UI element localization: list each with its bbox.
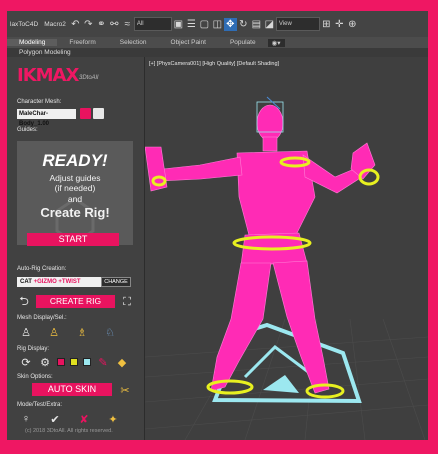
character-mesh-label: Character Mesh: [17,99,62,105]
ikmax-panel: IKMAX 3DtoAll Character Mesh: MaleChar-B… [7,57,145,440]
fullscreen-icon[interactable]: ⛶ [120,295,134,309]
guides-label: Guides: [17,127,38,133]
ribbon-tabs: Modeling Freeform Selection Object Paint… [7,37,428,48]
mode-test-extra-label: Mode/Test/Extra: [17,402,63,408]
rig-cube-icon[interactable]: ◆ [115,355,129,369]
copyright-text: (c) 2018 3DtoAll. All rights reserved. [25,428,113,434]
mode-icons: ♀ ✔ ✘ ✦ [19,412,120,426]
ready-line-2: (if needed) [54,183,96,193]
tab-object-paint[interactable]: Object Paint [159,39,218,46]
pose-mode-icon[interactable]: ♀ [19,412,33,426]
color-swatch-cyan[interactable] [83,358,91,366]
rig-type-cat: CAT [20,279,32,285]
color-swatch-pink[interactable] [57,358,65,366]
pick-mesh-icon[interactable] [80,108,91,119]
selection-filter-dropdown[interactable]: All [133,17,172,31]
auto-skin-button[interactable]: AUTO SKIN [32,383,112,396]
rig-display-label: Rig Display: [17,346,50,352]
rig-type-field[interactable]: CAT +GIZMO +TWIST [17,277,114,287]
character-mesh-field[interactable]: MaleChar-Body_1.00 [17,109,76,127]
start-button[interactable]: START [27,233,119,246]
auto-rig-label: Auto-Rig Creation: [17,266,67,272]
delete-rig-icon[interactable]: ✘ [77,412,91,426]
scene-canvas [145,96,428,440]
extra-tools-icon[interactable]: ✦ [106,412,120,426]
view-dropdown[interactable]: View [275,17,320,31]
test-mode-icon[interactable]: ✔ [48,412,62,426]
ready-message-box: READY! Adjust guides (if needed) and Cre… [17,141,133,245]
select-by-name-icon[interactable]: ☰ [185,18,198,31]
unlink-icon[interactable]: ⚯ [108,18,121,31]
link-icon[interactable]: ⚭ [95,18,108,31]
paint-brush-icon[interactable]: ✎ [96,355,110,369]
ikmax-logo: IKMAX 3DtoAll [17,65,117,87]
mesh-xray-icon[interactable]: ♙ [47,325,61,339]
logo-text: IKMAX [17,65,79,86]
tab-modeling[interactable]: Modeling [7,39,58,46]
skin-tools-icon[interactable]: ✂ [118,383,132,397]
mesh-freeze-icon[interactable]: ♗ [75,325,89,339]
floor-arrow-icon [263,375,299,393]
move-icon[interactable]: ✥ [223,17,237,31]
main-toolbar: laxToC4D Macro2 ↶ ↷ ⚭ ⚯ ≈ All ▣ ☰ ▢ ◫ ✥ … [7,11,428,37]
rig-display-icons: ⟳ ⚙ ✎ ◆ [19,355,129,369]
logo-subtext: 3DtoAll [79,75,99,81]
rotate-icon[interactable]: ↻ [237,18,250,31]
rig-type-gizmo: +GIZMO [33,279,57,285]
mirror-icon[interactable]: ✛ [333,18,346,31]
scale-icon[interactable]: ▤ [250,18,263,31]
ready-title: READY! [42,151,108,170]
bind-icon[interactable]: ≈ [121,18,134,31]
tab-freeform[interactable]: Freeform [57,39,107,46]
mesh-display-icons: ♙ ♙ ♗ ♘ [19,325,117,339]
workspace-label[interactable]: laxToC4D [7,15,41,33]
create-rig-button[interactable]: CREATE RIG [36,295,115,308]
select-icon[interactable]: ▣ [172,18,185,31]
undo-icon[interactable]: ↶ [69,18,82,31]
ribbon-options-icon[interactable]: ◉▾ [267,38,285,47]
window-crossing-icon[interactable]: ◫ [211,18,224,31]
snap-icon[interactable]: ◪ [263,18,276,31]
mesh-select-icon[interactable]: ♘ [103,325,117,339]
mesh-options-icon[interactable] [93,108,104,119]
mesh-display-label: Mesh Display/Sel.: [17,315,67,321]
show-rig-icon[interactable]: ⟳ [19,355,33,369]
bone-display-icon[interactable]: ⚙ [38,355,52,369]
tab-populate[interactable]: Populate [218,39,268,46]
rig-type-twist: +TWIST [58,279,81,285]
perspective-viewport[interactable]: [+] [PhysCamera001] [High Quality] [Defa… [145,57,428,440]
ready-line-1: Adjust guides [49,173,101,183]
color-swatch-yellow[interactable] [70,358,78,366]
polygon-modeling-label[interactable]: Polygon Modeling [7,48,428,57]
align-icon[interactable]: ⊕ [346,18,359,31]
mesh-solid-icon[interactable]: ♙ [19,325,33,339]
redo-icon[interactable]: ↷ [82,18,95,31]
tab-selection[interactable]: Selection [108,39,159,46]
rect-select-icon[interactable]: ▢ [198,18,211,31]
change-button[interactable]: CHANGE [101,277,131,287]
skin-options-label: Skin Options: [17,374,53,380]
pink-border-frame: laxToC4D Macro2 ↶ ↷ ⚭ ⚯ ≈ All ▣ ☰ ▢ ◫ ✥ … [0,0,438,454]
macro-label[interactable]: Macro2 [41,15,69,33]
pivot-icon[interactable]: ⊞ [320,18,333,31]
app-window: laxToC4D Macro2 ↶ ↷ ⚭ ⚯ ≈ All ▣ ☰ ▢ ◫ ✥ … [7,11,428,440]
back-arrow-icon[interactable]: ⮌ [17,294,31,309]
ready-line-4: Create Rig! [40,205,110,220]
ready-line-3: and [67,194,83,204]
